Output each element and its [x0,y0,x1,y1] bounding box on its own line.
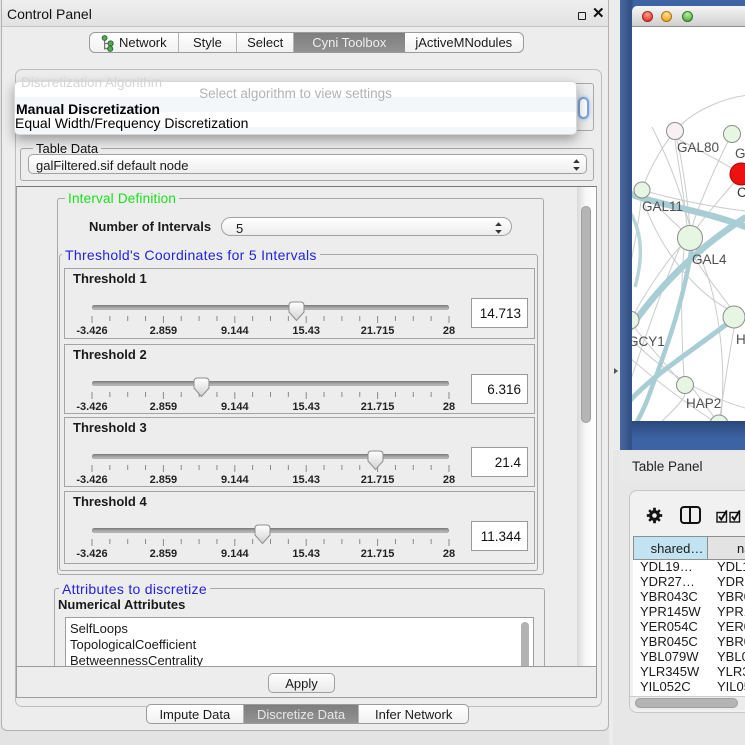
svg-text:GAL11: GAL11 [642,199,683,214]
svg-text:GAL80: GAL80 [677,140,719,155]
svg-text:HAP2: HAP2 [686,396,721,411]
svg-text:H: H [736,332,745,347]
svg-text:GAL4: GAL4 [692,252,727,267]
svg-text:C: C [737,185,745,200]
svg-text:GA: GA [735,146,745,161]
svg-text:GCY1: GCY1 [632,334,665,349]
